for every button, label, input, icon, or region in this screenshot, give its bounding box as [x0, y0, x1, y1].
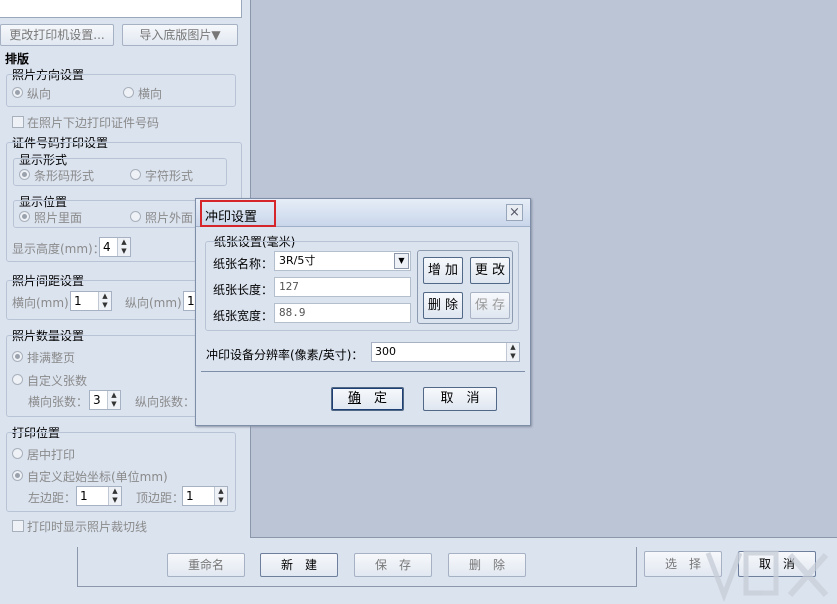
save-button[interactable]: 保 存	[354, 553, 432, 577]
fill-page-radio[interactable]	[12, 351, 23, 362]
left-margin-value: 1	[80, 489, 88, 503]
display-height-spinner[interactable]: 4 ▲ ▼	[99, 237, 131, 257]
spinner-arrows-icon[interactable]: ▲ ▼	[506, 343, 519, 361]
dialog-divider	[201, 371, 525, 372]
dpi-value: 300	[375, 345, 396, 358]
delete-button[interactable]: 删 除	[448, 553, 526, 577]
center-print-label: 居中打印	[27, 448, 76, 462]
top-margin-value: 1	[186, 489, 194, 503]
paper-name-select[interactable]: 3R/5寸 ▼	[274, 251, 411, 271]
import-background-button[interactable]: 导入底版图片▼	[122, 24, 238, 46]
print-id-below-checkbox[interactable]	[12, 116, 24, 128]
spacing-h-spinner[interactable]: 1 ▲ ▼	[70, 291, 112, 311]
show-cut-lines-label: 打印时显示照片裁切线	[27, 520, 148, 534]
inside-label: 照片里面	[34, 211, 83, 225]
dpi-label: 冲印设备分辨率(像素/英寸)：	[206, 348, 364, 362]
print-id-below-label: 在照片下边打印证件号码	[27, 116, 160, 130]
barcode-radio[interactable]	[19, 169, 30, 180]
spacing-h-value: 1	[74, 294, 82, 308]
paper-name-label: 纸张名称：	[213, 257, 274, 271]
spacing-v-value: 1	[187, 294, 195, 308]
custom-origin-label: 自定义起始坐标(单位mm)	[27, 470, 168, 484]
top-margin-label: 顶边距：	[136, 491, 185, 505]
add-paper-button[interactable]: 增 加	[423, 257, 463, 284]
new-button[interactable]: 新 建	[260, 553, 338, 577]
left-margin-spinner[interactable]: 1 ▲ ▼	[76, 486, 122, 506]
printer-name-field	[0, 0, 242, 18]
inside-radio[interactable]	[19, 211, 30, 222]
center-print-radio[interactable]	[12, 448, 23, 459]
outside-label: 照片外面	[145, 211, 194, 225]
close-icon[interactable]: ×	[506, 204, 523, 221]
show-cut-lines-checkbox[interactable]	[12, 520, 24, 532]
spinner-arrows-icon[interactable]: ▲ ▼	[117, 238, 130, 256]
landscape-radio[interactable]	[123, 87, 134, 98]
save-paper-button[interactable]: 保 存	[470, 292, 510, 319]
paper-width-label: 纸张宽度：	[213, 309, 274, 323]
paper-length-label: 纸张长度：	[213, 283, 274, 297]
portrait-label: 纵向	[27, 87, 52, 101]
custom-count-radio[interactable]	[12, 374, 23, 385]
character-radio[interactable]	[130, 169, 141, 180]
spinner-arrows-icon[interactable]: ▲ ▼	[108, 487, 121, 505]
h-count-value: 3	[93, 393, 101, 407]
custom-origin-radio[interactable]	[12, 470, 23, 481]
barcode-label: 条形码形式	[34, 169, 95, 183]
display-height-label: 显示高度(mm)：	[12, 242, 105, 256]
display-height-value: 4	[103, 240, 111, 254]
dialog-cancel-button[interactable]: 取 消	[423, 387, 497, 411]
spinner-arrows-icon[interactable]: ▲ ▼	[214, 487, 227, 505]
left-margin-label: 左边距：	[28, 491, 77, 505]
print-settings-dialog: 冲印设置 × 纸张设置(毫米) 纸张名称： 3R/5寸 ▼ 纸张长度： 127 …	[195, 198, 531, 426]
watermark-logo-icon	[705, 550, 829, 603]
modify-paper-button[interactable]: 更 改	[470, 257, 510, 284]
custom-count-label: 自定义张数	[27, 374, 88, 388]
title-highlight-box	[200, 200, 276, 227]
outside-radio[interactable]	[130, 211, 141, 222]
fill-page-label: 排满整页	[27, 351, 76, 365]
ok-accelerator: 确	[347, 391, 361, 406]
portrait-radio[interactable]	[12, 87, 23, 98]
spinner-arrows-icon[interactable]: ▲ ▼	[98, 292, 111, 310]
spinner-arrows-icon[interactable]: ▲ ▼	[107, 391, 120, 409]
h-count-label: 横向张数：	[28, 395, 89, 409]
top-margin-spinner[interactable]: 1 ▲ ▼	[182, 486, 228, 506]
rename-button[interactable]: 重命名	[167, 553, 245, 577]
layout-heading: 排版	[5, 52, 30, 66]
chevron-down-icon[interactable]: ▼	[394, 253, 409, 269]
ok-button[interactable]: 确 定	[331, 387, 404, 411]
dialog-titlebar[interactable]: 冲印设置 ×	[196, 199, 530, 227]
dpi-spinner[interactable]: 300 ▲ ▼	[371, 342, 520, 362]
change-printer-button[interactable]: 更改打印机设置...	[0, 24, 114, 46]
ok-label: 定	[361, 391, 388, 406]
character-label: 字符形式	[145, 169, 194, 183]
delete-paper-button[interactable]: 删 除	[423, 292, 463, 319]
paper-width-field[interactable]: 88.9	[274, 303, 411, 323]
paper-length-field[interactable]: 127	[274, 277, 411, 297]
h-count-spinner[interactable]: 3 ▲ ▼	[89, 390, 121, 410]
paper-name-value: 3R/5寸	[279, 254, 316, 267]
v-count-label: 纵向张数：	[135, 395, 196, 409]
landscape-label: 横向	[138, 87, 163, 101]
